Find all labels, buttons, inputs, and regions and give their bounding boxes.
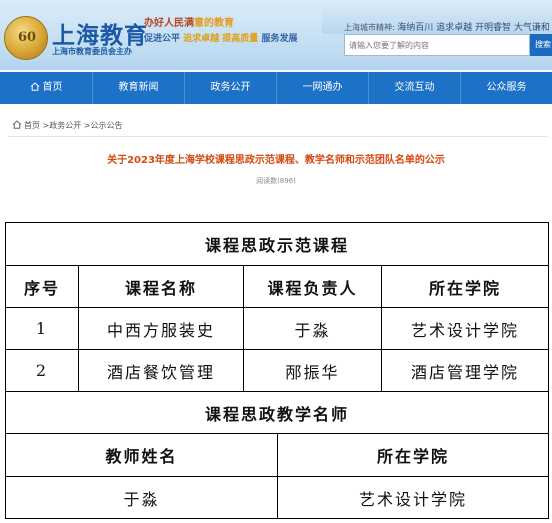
table-cell: 邴振华 bbox=[243, 349, 382, 392]
site-subtitle: 上海市教育委员会主办 bbox=[52, 47, 132, 56]
table-row: 1 中西方服装史 于淼 艺术设计学院 bbox=[5, 307, 550, 350]
table-cell: 酒店管理学院 bbox=[380, 349, 550, 392]
nav-one-stop-service[interactable]: 一网通办 bbox=[277, 72, 369, 104]
breadcrumb: 首页 >政务公开 >公示公告 bbox=[12, 119, 123, 131]
breadcrumb-home[interactable]: 首页 bbox=[24, 121, 40, 130]
main-nav: 首页 教育新闻 政务公开 一网通办 交流互动 公众服务 bbox=[0, 72, 552, 104]
breadcrumb-announcements[interactable]: 公示公告 bbox=[91, 121, 123, 130]
table-row: 于淼 艺术设计学院 bbox=[5, 476, 550, 519]
table-cell: 酒店餐饮管理 bbox=[78, 349, 244, 392]
nav-public-service[interactable]: 公众服务 bbox=[461, 72, 552, 104]
logo-emblem-icon[interactable]: 60 bbox=[4, 16, 48, 60]
search-input[interactable] bbox=[344, 34, 530, 56]
table-cell: 艺术设计学院 bbox=[276, 476, 550, 519]
site-title[interactable]: 上海教育 bbox=[52, 16, 148, 50]
city-motto: 上海城市精神: 海纳百川 追求卓越 开明睿智 大气谦和 bbox=[344, 23, 550, 33]
article-title: 关于2023年度上海学校课程思政示范课程、教学名师和示范团队名单的公示 bbox=[107, 155, 445, 166]
column-header: 教师姓名 bbox=[5, 433, 278, 477]
site-header: 60 上海教育 上海市教育委员会主办 办好人民满意的教育 促进公平 追求卓越 提… bbox=[0, 0, 552, 70]
table-section-row: 课程思政教学名师 bbox=[4, 391, 550, 434]
emblem-text: 60 bbox=[17, 30, 37, 45]
table-header-row: 序号 课程名称 课程负责人 所在学院 bbox=[5, 265, 550, 308]
table-cell: 2 bbox=[5, 349, 79, 392]
nav-interaction[interactable]: 交流互动 bbox=[369, 72, 461, 104]
slogan-line2: 促进公平 追求卓越 提高质量 服务发展 bbox=[144, 34, 298, 44]
breadcrumb-government-affairs[interactable]: 政务公开 bbox=[49, 121, 81, 130]
nav-home-label: 首页 bbox=[42, 82, 63, 93]
table-cell: 于淼 bbox=[5, 476, 278, 519]
breadcrumb-separator: > bbox=[83, 121, 91, 130]
section-title: 课程思政教学名师 bbox=[4, 391, 550, 434]
table-cell: 于淼 bbox=[243, 307, 382, 350]
slogan-line1: 办好人民满意的教育 bbox=[144, 18, 234, 29]
divider bbox=[8, 136, 548, 137]
table-row: 2 酒店餐饮管理 邴振华 酒店管理学院 bbox=[5, 349, 550, 392]
column-header: 课程负责人 bbox=[243, 265, 382, 308]
column-header: 课程名称 bbox=[78, 265, 244, 308]
home-icon bbox=[30, 82, 39, 91]
table-header-row: 教师姓名 所在学院 bbox=[5, 433, 550, 477]
table-cell: 1 bbox=[5, 307, 79, 350]
table-section-row: 课程思政示范课程 bbox=[4, 222, 550, 266]
view-count: 阅读数(896) bbox=[256, 177, 296, 185]
column-header: 序号 bbox=[5, 265, 79, 308]
table-cell: 艺术设计学院 bbox=[380, 307, 550, 350]
nav-government-affairs[interactable]: 政务公开 bbox=[185, 72, 277, 104]
column-header: 所在学院 bbox=[380, 265, 550, 308]
column-header: 所在学院 bbox=[276, 433, 550, 477]
nav-education-news[interactable]: 教育新闻 bbox=[93, 72, 185, 104]
nav-home[interactable]: 首页 bbox=[0, 72, 93, 104]
section-title: 课程思政示范课程 bbox=[4, 222, 550, 266]
announcement-table: 课程思政示范课程 序号 课程名称 课程负责人 所在学院 1 中西方服装史 于淼 … bbox=[4, 222, 550, 519]
home-icon bbox=[12, 120, 22, 129]
table-cell: 中西方服装史 bbox=[78, 307, 244, 350]
search-button[interactable]: 搜索 bbox=[530, 34, 552, 56]
